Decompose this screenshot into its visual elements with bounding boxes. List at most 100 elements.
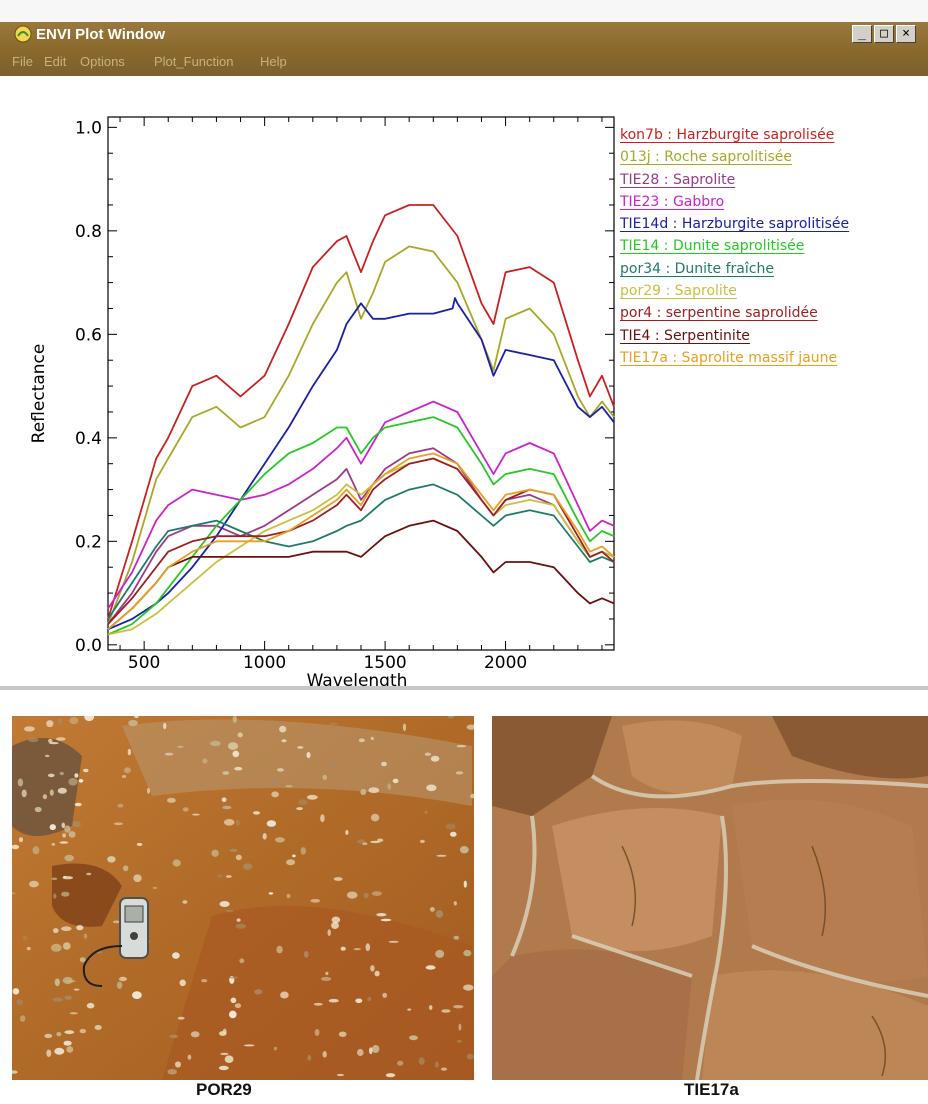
pebble (273, 1046, 277, 1051)
pebble (358, 738, 365, 743)
pebble (58, 718, 63, 726)
pebble (370, 736, 374, 741)
pebble (222, 1028, 227, 1034)
pebble (211, 849, 219, 857)
minimize-icon[interactable]: _ (852, 25, 872, 43)
photo-por29 (12, 716, 474, 1080)
pebble (428, 1005, 433, 1010)
pebble (133, 874, 142, 882)
pebble (424, 810, 428, 814)
menu-file[interactable]: File (12, 54, 33, 69)
pebble (253, 811, 260, 815)
pebble (72, 821, 81, 828)
pebble (307, 1054, 312, 1061)
legend-entry: por4 : serpentine saprolidée (620, 305, 818, 322)
pebble (242, 863, 253, 870)
y-tick-label: 0.6 (75, 325, 102, 345)
pebble (50, 943, 62, 952)
pebble (424, 752, 431, 756)
pebble (385, 1073, 396, 1078)
pebble (235, 923, 247, 929)
pebble (132, 991, 142, 999)
pebble (460, 779, 465, 782)
pebble (32, 846, 40, 855)
pebble (62, 976, 73, 985)
menu-options[interactable]: Options (80, 54, 125, 69)
pebble (435, 910, 444, 918)
pebble (107, 856, 116, 863)
pebble (51, 843, 56, 846)
pebble (21, 789, 27, 798)
close-icon[interactable]: × (896, 25, 916, 43)
menu-plot-function[interactable]: Plot_Function (154, 54, 234, 69)
pebble (271, 791, 279, 798)
pebble (225, 909, 234, 913)
pebble (230, 997, 237, 1004)
pebble (190, 1031, 200, 1038)
pebble (463, 984, 474, 991)
legend-entry: TIE28 : Saprolite (620, 171, 736, 188)
y-tick-label: 0.2 (75, 532, 102, 552)
pebble (34, 806, 42, 813)
pebble (322, 1051, 327, 1058)
pebble (367, 996, 372, 1002)
pebble (441, 1009, 451, 1013)
pebble (455, 771, 464, 775)
pebble (370, 965, 375, 972)
menu-help[interactable]: Help (260, 54, 287, 69)
pebble (310, 898, 321, 903)
pebble (64, 995, 72, 1000)
pebble (224, 1055, 234, 1063)
pebble (210, 740, 221, 747)
maximize-icon[interactable]: □ (874, 25, 894, 43)
pebble (54, 1047, 65, 1055)
pebble (136, 842, 143, 846)
pebble (374, 970, 380, 977)
pebble (239, 958, 245, 964)
pebble (229, 848, 238, 852)
pebble (328, 722, 339, 725)
pebble (229, 1010, 237, 1019)
pebble (360, 788, 367, 796)
series-line-6 (107, 416, 615, 636)
pebble (351, 777, 361, 780)
pebble (336, 1073, 345, 1077)
pebble (61, 891, 70, 897)
pebble (236, 918, 241, 922)
photo-label-por29: POR29 (196, 1080, 252, 1099)
pebble (51, 877, 58, 881)
pebble (397, 1060, 404, 1066)
pebble (86, 872, 92, 876)
pebble (167, 1069, 177, 1075)
pebble (222, 805, 232, 810)
pebble (453, 1005, 464, 1009)
pebble (45, 754, 50, 758)
pebble (320, 976, 332, 981)
pebble (402, 723, 407, 732)
pebble (426, 784, 437, 792)
legend-entry: por29 : Saprolite (620, 283, 737, 300)
pebble (59, 771, 64, 776)
pebble (268, 892, 274, 895)
plot-frame (107, 116, 615, 651)
pebble (338, 1031, 347, 1037)
pebble (64, 1030, 75, 1035)
pebble (232, 750, 240, 758)
pebble (453, 935, 460, 940)
y-tick-label: 0.8 (75, 222, 102, 242)
pebble (163, 722, 167, 730)
pebble (62, 833, 66, 838)
pebble (57, 787, 67, 794)
pebble (179, 979, 186, 987)
pebble (430, 755, 440, 762)
pebble (46, 1049, 52, 1057)
pebble (127, 748, 132, 756)
legend-entry: 013j : Roche saprolitisée (620, 149, 792, 166)
menu-edit[interactable]: Edit (44, 54, 66, 69)
title-bar[interactable]: ENVI Plot Window _ □ × (0, 0, 928, 50)
pebble (74, 773, 79, 778)
pebble (370, 813, 380, 822)
pebble (217, 874, 223, 878)
pebble (435, 949, 445, 958)
pebble (275, 837, 285, 843)
